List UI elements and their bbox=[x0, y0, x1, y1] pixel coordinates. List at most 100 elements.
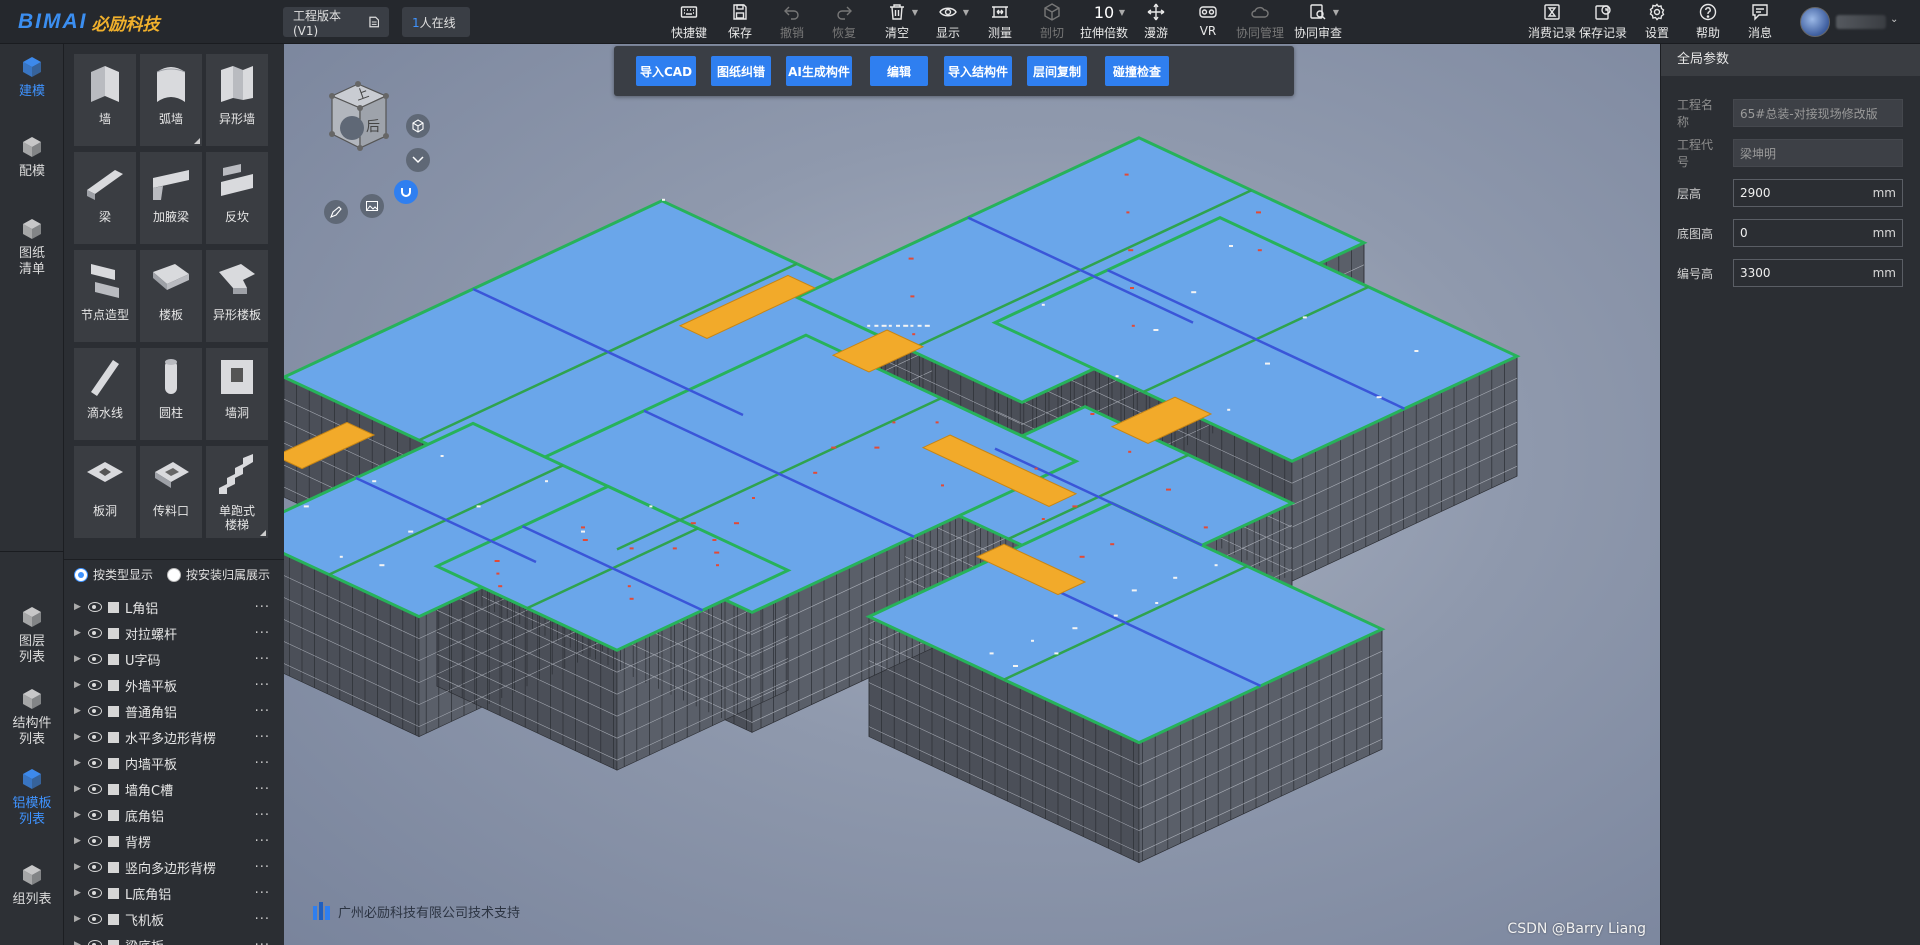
more-options-icon[interactable]: ··· bbox=[255, 678, 270, 693]
layer-checkbox[interactable] bbox=[108, 835, 119, 847]
more-options-icon[interactable]: ··· bbox=[255, 860, 270, 875]
expand-arrow-icon[interactable]: ▶ bbox=[74, 810, 84, 820]
toolbar-redo-button[interactable]: 恢复 bbox=[820, 2, 868, 42]
layer-checkbox[interactable] bbox=[108, 679, 119, 691]
cube-view-icon[interactable] bbox=[406, 114, 430, 138]
palette-item-special-slab[interactable]: 异形楼板 bbox=[206, 250, 268, 342]
ribbon-button-5[interactable]: 层间复制 bbox=[1027, 56, 1087, 86]
layer-row[interactable]: ▶ 竖向多边形背楞 ··· bbox=[64, 854, 284, 880]
expand-arrow-icon[interactable]: ▶ bbox=[74, 602, 84, 612]
toolbar-review-button[interactable]: ▼ 协同审查 bbox=[1294, 2, 1342, 42]
ribbon-button-4[interactable]: 导入结构件 bbox=[944, 56, 1012, 86]
palette-item-special-wall[interactable]: 异形墙 bbox=[206, 54, 268, 146]
toolbar-help-button[interactable]: 帮助 bbox=[1682, 2, 1734, 42]
3d-viewport[interactable]: 导入CAD 图纸纠错 AI生成构件 编辑 导入结构件 层间复制 碰撞检查 上 后 广州必励科… bbox=[284, 44, 1660, 945]
palette-item-arc-wall[interactable]: 弧墙 bbox=[140, 54, 202, 146]
palette-item-curb[interactable]: 反坎 bbox=[206, 152, 268, 244]
toolbar-saverec-button[interactable]: 保存记录 bbox=[1577, 2, 1629, 42]
layer-checkbox[interactable] bbox=[108, 913, 119, 925]
palette-item-node[interactable]: 节点造型 bbox=[74, 250, 136, 342]
palette-item-column[interactable]: 圆柱 bbox=[140, 348, 202, 440]
toolbar-vr-button[interactable]: VR bbox=[1184, 2, 1232, 42]
toolbar-measure-button[interactable]: 测量 bbox=[976, 2, 1024, 42]
layer-row[interactable]: ▶ 梁底板 ··· bbox=[64, 932, 284, 945]
more-options-icon[interactable]: ··· bbox=[255, 886, 270, 901]
palette-item-haunch-beam[interactable]: 加腋梁 bbox=[140, 152, 202, 244]
user-avatar[interactable] bbox=[1800, 7, 1830, 37]
layer-checkbox[interactable] bbox=[108, 757, 119, 769]
layer-checkbox[interactable] bbox=[108, 887, 119, 899]
ribbon-button-3[interactable]: 编辑 bbox=[870, 56, 928, 86]
eye-icon[interactable] bbox=[88, 602, 102, 612]
eye-icon[interactable] bbox=[88, 914, 102, 924]
layer-checkbox[interactable] bbox=[108, 809, 119, 821]
more-options-icon[interactable]: ··· bbox=[255, 704, 270, 719]
toolbar-message-button[interactable]: 消息 bbox=[1734, 2, 1786, 42]
layer-checkbox[interactable] bbox=[108, 601, 119, 613]
layer-checkbox[interactable] bbox=[108, 653, 119, 665]
eye-icon[interactable] bbox=[88, 836, 102, 846]
toolbar-save-button[interactable]: 保存 bbox=[716, 2, 764, 42]
layer-row[interactable]: ▶ 水平多边形背楞 ··· bbox=[64, 724, 284, 750]
more-options-icon[interactable]: ··· bbox=[255, 756, 270, 771]
toolbar-consume-button[interactable]: 消费记录 bbox=[1526, 2, 1578, 42]
layer-row[interactable]: ▶ L角铝 ··· bbox=[64, 594, 284, 620]
palette-item-beam[interactable]: 梁 bbox=[74, 152, 136, 244]
toolbar-clear-button[interactable]: ▼ 清空 bbox=[873, 2, 921, 42]
chevron-down-icon[interactable]: ⌄ bbox=[1890, 14, 1898, 25]
toolbar-section-button[interactable]: 剖切 bbox=[1028, 2, 1076, 42]
more-options-icon[interactable]: ··· bbox=[255, 782, 270, 797]
expand-arrow-icon[interactable]: ▶ bbox=[74, 888, 84, 898]
rail-item-6[interactable]: 组列表 bbox=[0, 862, 64, 908]
ribbon-button-6[interactable]: 碰撞检查 bbox=[1105, 56, 1169, 86]
toolbar-stretch-button[interactable]: 10 ▼ 拉伸倍数 bbox=[1080, 2, 1128, 42]
eye-icon[interactable] bbox=[88, 654, 102, 664]
layer-checkbox[interactable] bbox=[108, 939, 119, 945]
more-options-icon[interactable]: ··· bbox=[255, 912, 270, 927]
palette-item-slab-hole[interactable]: 板洞 bbox=[74, 446, 136, 538]
toolbar-roam-button[interactable]: 漫游 bbox=[1132, 2, 1180, 42]
expand-arrow-icon[interactable]: ▶ bbox=[74, 628, 84, 638]
toolbar-settings-button[interactable]: 设置 bbox=[1631, 2, 1683, 42]
online-users-badge[interactable]: 1人在线 bbox=[402, 7, 470, 37]
param-input[interactable]: 2900 mm bbox=[1733, 179, 1903, 207]
rail-item-2[interactable]: 图纸 清单 bbox=[0, 216, 64, 278]
viewcube-front-face[interactable]: 后 bbox=[366, 119, 380, 135]
eye-icon[interactable] bbox=[88, 680, 102, 690]
building-model[interactable] bbox=[284, 44, 1660, 945]
expand-arrow-icon[interactable]: ▶ bbox=[74, 654, 84, 664]
more-options-icon[interactable]: ··· bbox=[255, 938, 270, 945]
rail-item-5[interactable]: 铝模板 列表 bbox=[0, 766, 64, 828]
eye-icon[interactable] bbox=[88, 706, 102, 716]
param-input[interactable]: 0 mm bbox=[1733, 219, 1903, 247]
expand-arrow-icon[interactable]: ▶ bbox=[74, 706, 84, 716]
palette-item-drip[interactable]: 滴水线 bbox=[74, 348, 136, 440]
layer-row[interactable]: ▶ 飞机板 ··· bbox=[64, 906, 284, 932]
rail-item-3[interactable]: 图层 列表 bbox=[0, 604, 64, 666]
more-options-icon[interactable]: ··· bbox=[255, 600, 270, 615]
eye-icon[interactable] bbox=[88, 758, 102, 768]
ribbon-button-0[interactable]: 导入CAD bbox=[636, 56, 696, 86]
toolbar-shortcut-button[interactable]: 快捷键 bbox=[665, 2, 713, 42]
more-options-icon[interactable]: ··· bbox=[255, 730, 270, 745]
expand-arrow-icon[interactable]: ▶ bbox=[74, 914, 84, 924]
rail-item-4[interactable]: 结构件 列表 bbox=[0, 686, 64, 748]
layer-checkbox[interactable] bbox=[108, 705, 119, 717]
expand-arrow-icon[interactable]: ▶ bbox=[74, 758, 84, 768]
layer-checkbox[interactable] bbox=[108, 783, 119, 795]
expand-arrow-icon[interactable]: ▶ bbox=[74, 836, 84, 846]
expand-arrow-icon[interactable]: ▶ bbox=[74, 940, 84, 945]
palette-item-wall[interactable]: 墙 bbox=[74, 54, 136, 146]
layer-row[interactable]: ▶ 墙角C槽 ··· bbox=[64, 776, 284, 802]
magnet-snap-icon[interactable] bbox=[394, 180, 418, 204]
layer-row[interactable]: ▶ U字码 ··· bbox=[64, 646, 284, 672]
pencil-ruler-icon[interactable] bbox=[324, 200, 348, 224]
project-version-button[interactable]: 工程版本(V1) bbox=[283, 7, 389, 38]
more-options-icon[interactable]: ··· bbox=[255, 652, 270, 667]
eye-icon[interactable] bbox=[88, 862, 102, 872]
radio-by-install[interactable]: 按安装归属展示 bbox=[167, 566, 270, 583]
layer-row[interactable]: ▶ 普通角铝 ··· bbox=[64, 698, 284, 724]
palette-item-feed[interactable]: 传料口 bbox=[140, 446, 202, 538]
username[interactable] bbox=[1836, 15, 1886, 29]
eye-icon[interactable] bbox=[88, 888, 102, 898]
